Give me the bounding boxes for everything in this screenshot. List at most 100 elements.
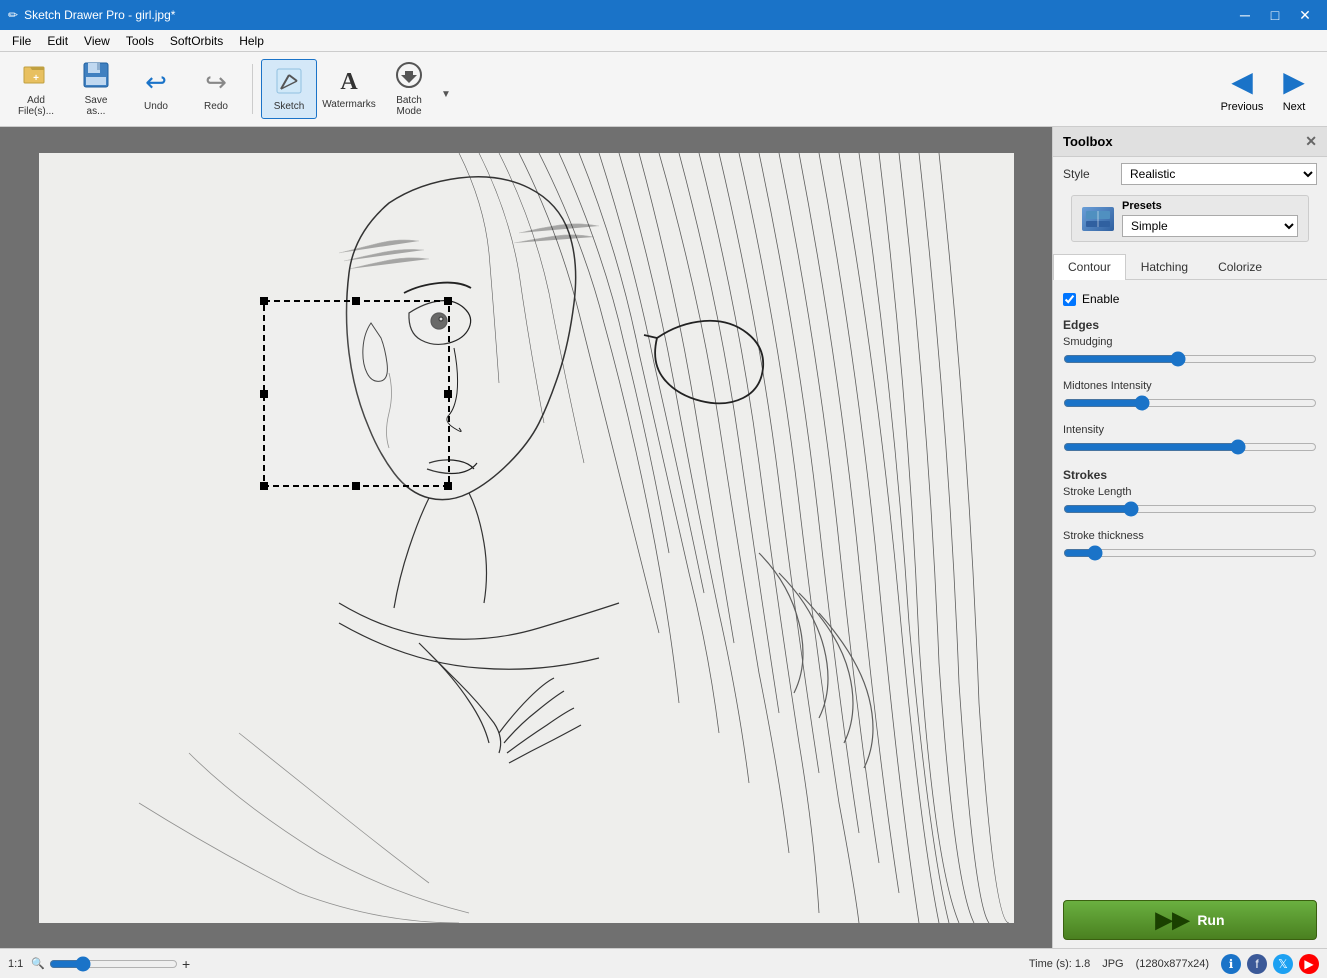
- sketch-label: Sketch: [274, 101, 305, 112]
- toolbox-close-button[interactable]: ✕: [1305, 133, 1317, 150]
- run-icon: ▶▶: [1155, 907, 1189, 933]
- style-select[interactable]: Realistic Simple Detailed Abstract: [1121, 163, 1317, 185]
- presets-container: Presets Simple Detailed Artistic Realist…: [1053, 191, 1327, 246]
- toolbar-separator-1: [252, 64, 253, 114]
- stroke-length-label: Stroke Length: [1063, 486, 1317, 498]
- save-icon: [82, 61, 110, 92]
- tabs: Contour Hatching Colorize: [1053, 254, 1327, 280]
- run-button[interactable]: ▶▶ Run: [1063, 900, 1317, 940]
- presets-icon: [1082, 207, 1114, 231]
- redo-icon: ↪: [205, 67, 227, 98]
- time-label: Time (s): 1.8: [1029, 958, 1090, 970]
- menu-tools[interactable]: Tools: [118, 32, 162, 50]
- close-button[interactable]: ✕: [1291, 4, 1319, 26]
- midtones-slider-row: Midtones Intensity: [1063, 380, 1317, 414]
- presets-select[interactable]: Simple Detailed Artistic Realistic: [1122, 215, 1298, 237]
- smudging-slider-row: Smudging: [1063, 336, 1317, 370]
- zoom-level: 1:1: [8, 958, 23, 970]
- toolbox-title: Toolbox: [1063, 134, 1113, 149]
- youtube-icon[interactable]: ▶: [1299, 954, 1319, 974]
- zoom-controls: 🔍 +: [31, 956, 190, 972]
- enable-label[interactable]: Enable: [1082, 292, 1119, 306]
- intensity-label: Intensity: [1063, 424, 1317, 436]
- midtones-slider[interactable]: [1063, 395, 1317, 411]
- redo-label: Redo: [204, 101, 228, 112]
- app-icon: ✏: [8, 8, 18, 22]
- sketch-icon: [275, 67, 303, 98]
- undo-button[interactable]: ↩ Undo: [128, 59, 184, 119]
- run-label: Run: [1197, 912, 1224, 928]
- info-icon[interactable]: ℹ: [1221, 954, 1241, 974]
- menu-file[interactable]: File: [4, 32, 39, 50]
- presets-content: Presets Simple Detailed Artistic Realist…: [1122, 200, 1298, 237]
- intensity-slider[interactable]: [1063, 439, 1317, 455]
- toolbar-dropdown-arrow[interactable]: ▼: [441, 89, 451, 100]
- watermarks-icon: A: [340, 69, 357, 96]
- batch-mode-button[interactable]: BatchMode: [381, 59, 437, 119]
- enable-checkbox[interactable]: [1063, 293, 1076, 306]
- save-as-label: Saveas...: [85, 95, 108, 117]
- sketch-canvas[interactable]: [39, 153, 1014, 923]
- tab-hatching[interactable]: Hatching: [1126, 254, 1203, 279]
- zoom-out-icon[interactable]: 🔍: [31, 957, 45, 970]
- minimize-button[interactable]: ─: [1231, 4, 1259, 26]
- menu-softorbits[interactable]: SoftOrbits: [162, 32, 231, 50]
- redo-button[interactable]: ↪ Redo: [188, 59, 244, 119]
- main-area: Toolbox ✕ Style Realistic Simple Detaile…: [0, 127, 1327, 948]
- add-files-button[interactable]: + AddFile(s)...: [8, 59, 64, 119]
- sketch-artwork: [39, 153, 1014, 923]
- stroke-thickness-label: Stroke thickness: [1063, 530, 1317, 542]
- status-right: Time (s): 1.8 JPG (1280x877x24) ℹ f 𝕏 ▶: [1029, 954, 1319, 974]
- twitter-icon[interactable]: 𝕏: [1273, 954, 1293, 974]
- status-bar: 1:1 🔍 + Time (s): 1.8 JPG (1280x877x24) …: [0, 948, 1327, 978]
- svg-text:+: +: [33, 73, 39, 84]
- toolbar: + AddFile(s)... Saveas... ↩ Undo ↪ Redo: [0, 52, 1327, 127]
- tab-colorize[interactable]: Colorize: [1203, 254, 1277, 279]
- intensity-slider-row: Intensity: [1063, 424, 1317, 458]
- batch-mode-label: BatchMode: [396, 95, 422, 117]
- edges-label: Edges: [1063, 318, 1317, 332]
- menu-bar: File Edit View Tools SoftOrbits Help: [0, 30, 1327, 52]
- watermarks-button[interactable]: A Watermarks: [321, 59, 377, 119]
- title-bar: ✏ Sketch Drawer Pro - girl.jpg* ─ □ ✕: [0, 0, 1327, 30]
- window-controls: ─ □ ✕: [1231, 4, 1319, 26]
- canvas-area[interactable]: [0, 127, 1052, 948]
- presets-row: Presets Simple Detailed Artistic Realist…: [1071, 195, 1309, 242]
- next-icon: ▶: [1283, 65, 1305, 98]
- add-files-label: AddFile(s)...: [18, 95, 54, 117]
- previous-icon: ◀: [1231, 65, 1253, 98]
- undo-icon: ↩: [145, 67, 167, 98]
- next-button[interactable]: ▶ Next: [1269, 59, 1319, 119]
- zoom-in-icon[interactable]: +: [182, 956, 190, 972]
- midtones-label: Midtones Intensity: [1063, 380, 1317, 392]
- dimensions-label: (1280x877x24): [1136, 958, 1209, 970]
- save-as-button[interactable]: Saveas...: [68, 59, 124, 119]
- status-left: 1:1 🔍 +: [8, 956, 190, 972]
- stroke-length-slider-row: Stroke Length: [1063, 486, 1317, 520]
- add-files-icon: +: [22, 61, 50, 92]
- undo-label: Undo: [144, 101, 168, 112]
- tab-contour[interactable]: Contour: [1053, 254, 1126, 280]
- menu-help[interactable]: Help: [231, 32, 272, 50]
- style-label: Style: [1063, 167, 1113, 181]
- stroke-thickness-slider[interactable]: [1063, 545, 1317, 561]
- strokes-label: Strokes: [1063, 468, 1317, 482]
- menu-edit[interactable]: Edit: [39, 32, 76, 50]
- facebook-icon[interactable]: f: [1247, 954, 1267, 974]
- menu-view[interactable]: View: [76, 32, 118, 50]
- smudging-slider[interactable]: [1063, 351, 1317, 367]
- toolbox-header: Toolbox ✕: [1053, 127, 1327, 157]
- nav-buttons: ◀ Previous ▶ Next: [1217, 59, 1319, 119]
- format-label: JPG: [1102, 958, 1123, 970]
- stroke-length-slider[interactable]: [1063, 501, 1317, 517]
- restore-button[interactable]: □: [1261, 4, 1289, 26]
- style-row: Style Realistic Simple Detailed Abstract: [1053, 157, 1327, 191]
- enable-row: Enable: [1063, 288, 1317, 310]
- batch-icon: [395, 61, 423, 92]
- window-title: Sketch Drawer Pro - girl.jpg*: [24, 8, 175, 22]
- next-label: Next: [1283, 101, 1306, 113]
- zoom-slider[interactable]: [49, 956, 178, 972]
- previous-button[interactable]: ◀ Previous: [1217, 59, 1267, 119]
- sketch-button[interactable]: Sketch: [261, 59, 317, 119]
- presets-label: Presets: [1122, 200, 1298, 212]
